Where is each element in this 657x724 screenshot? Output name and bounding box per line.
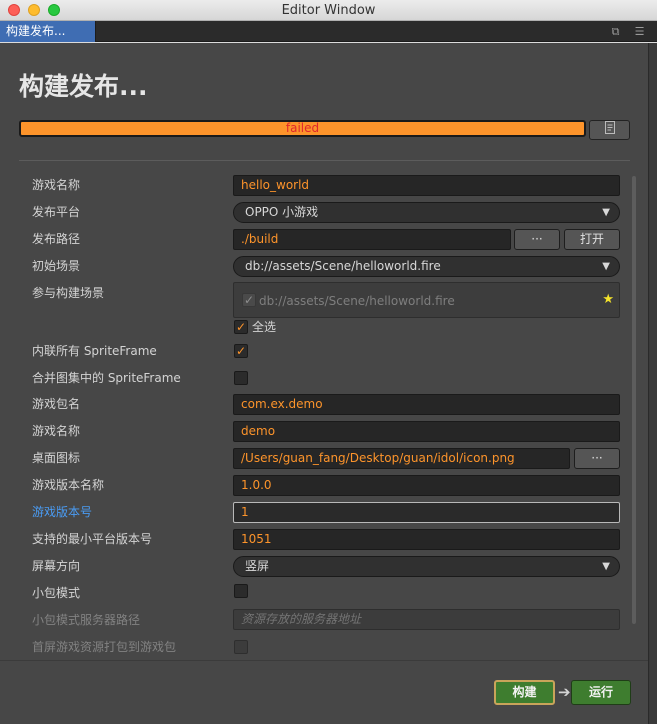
subpackage-server-label: 小包模式服务器路径 bbox=[32, 613, 141, 627]
desktop-icon-label: 桌面图标 bbox=[32, 451, 81, 465]
start-scene-value: db://assets/Scene/helloworld.fire bbox=[245, 259, 441, 273]
minimize-window-button[interactable] bbox=[28, 4, 40, 16]
build-panel: 构建发布... failed 游戏名称 hello_world 发布平台 OPP… bbox=[0, 43, 648, 724]
run-button[interactable]: 运行 bbox=[571, 680, 631, 705]
build-button[interactable]: 构建 bbox=[494, 680, 555, 705]
log-file-icon bbox=[604, 121, 616, 137]
open-log-button[interactable] bbox=[589, 120, 630, 140]
platform-label: 发布平台 bbox=[32, 205, 81, 219]
build-path-open-button[interactable]: 打开 bbox=[564, 229, 620, 250]
footer-divider bbox=[0, 660, 648, 661]
included-scenes-label: 参与构建场景 bbox=[32, 286, 105, 300]
page-title: 构建发布... bbox=[19, 72, 148, 101]
tab-bar: 构建发布... ⧉ ☰ bbox=[0, 21, 657, 42]
package-name-label: 游戏包名 bbox=[32, 397, 81, 411]
subpackage-server-input[interactable]: 资源存放的服务器地址 bbox=[233, 609, 620, 630]
start-scene-select[interactable]: db://assets/Scene/helloworld.fire ▼ bbox=[233, 256, 620, 277]
form-scrollbar[interactable] bbox=[632, 176, 636, 624]
scene-checkbox: ✓ bbox=[242, 293, 256, 307]
star-icon: ★ bbox=[602, 292, 614, 307]
game-display-name-label: 游戏名称 bbox=[32, 424, 81, 438]
window-title: Editor Window bbox=[281, 3, 376, 18]
version-code-label: 游戏版本号 bbox=[32, 505, 93, 519]
chevron-down-icon: ▼ bbox=[602, 561, 610, 572]
build-path-label: 发布路径 bbox=[32, 232, 81, 246]
chevron-down-icon: ▼ bbox=[602, 261, 610, 272]
section-divider bbox=[19, 160, 630, 161]
desktop-icon-input[interactable]: /Users/guan_fang/Desktop/guan/idol/icon.… bbox=[233, 448, 570, 469]
progress-status: failed bbox=[285, 121, 320, 135]
inline-spriteframe-checkbox[interactable]: ✓ bbox=[234, 344, 248, 358]
chevron-down-icon: ▼ bbox=[602, 207, 610, 218]
scene-path: db://assets/Scene/helloworld.fire bbox=[259, 294, 455, 308]
select-all-label: 全选 bbox=[252, 320, 277, 334]
side-strip bbox=[648, 43, 657, 724]
select-all-checkbox[interactable]: ✓ bbox=[234, 320, 248, 334]
game-name-label: 游戏名称 bbox=[32, 178, 81, 192]
build-progress-bar: failed bbox=[19, 120, 586, 137]
version-code-input[interactable]: 1 bbox=[233, 502, 620, 523]
game-display-name-input[interactable]: demo bbox=[233, 421, 620, 442]
min-platform-input[interactable]: 1051 bbox=[233, 529, 620, 550]
inline-spriteframe-label: 内联所有 SpriteFrame bbox=[32, 344, 157, 358]
version-name-label: 游戏版本名称 bbox=[32, 478, 105, 492]
subpackage-label: 小包模式 bbox=[32, 586, 81, 600]
first-screen-checkbox[interactable] bbox=[234, 640, 248, 654]
merge-spriteframe-checkbox[interactable] bbox=[234, 371, 248, 385]
window-titlebar: Editor Window bbox=[0, 0, 657, 21]
build-path-browse-button[interactable]: ··· bbox=[514, 229, 560, 250]
platform-select[interactable]: OPPO 小游戏 ▼ bbox=[233, 202, 620, 223]
platform-value: OPPO 小游戏 bbox=[245, 205, 319, 219]
arrow-right-icon: ➔ bbox=[558, 683, 571, 701]
close-window-button[interactable] bbox=[8, 4, 20, 16]
maximize-window-button[interactable] bbox=[48, 4, 60, 16]
subpackage-checkbox[interactable] bbox=[234, 584, 248, 598]
tab-build-publish[interactable]: 构建发布... bbox=[0, 21, 96, 42]
menu-icon[interactable]: ☰ bbox=[633, 25, 646, 38]
orientation-label: 屏幕方向 bbox=[32, 559, 81, 573]
scene-list: ✓ db://assets/Scene/helloworld.fire ★ bbox=[233, 282, 620, 318]
package-name-input[interactable]: com.ex.demo bbox=[233, 394, 620, 415]
first-screen-label: 首屏游戏资源打包到游戏包 bbox=[32, 640, 177, 654]
start-scene-label: 初始场景 bbox=[32, 259, 81, 273]
build-path-input[interactable]: ./build bbox=[233, 229, 511, 250]
orientation-select[interactable]: 竖屏 ▼ bbox=[233, 556, 620, 577]
game-name-input[interactable]: hello_world bbox=[233, 175, 620, 196]
popout-icon[interactable]: ⧉ bbox=[609, 25, 622, 38]
min-platform-label: 支持的最小平台版本号 bbox=[32, 532, 153, 546]
merge-spriteframe-label: 合并图集中的 SpriteFrame bbox=[32, 371, 181, 385]
version-name-input[interactable]: 1.0.0 bbox=[233, 475, 620, 496]
orientation-value: 竖屏 bbox=[245, 559, 270, 573]
desktop-icon-browse-button[interactable]: ··· bbox=[574, 448, 620, 469]
